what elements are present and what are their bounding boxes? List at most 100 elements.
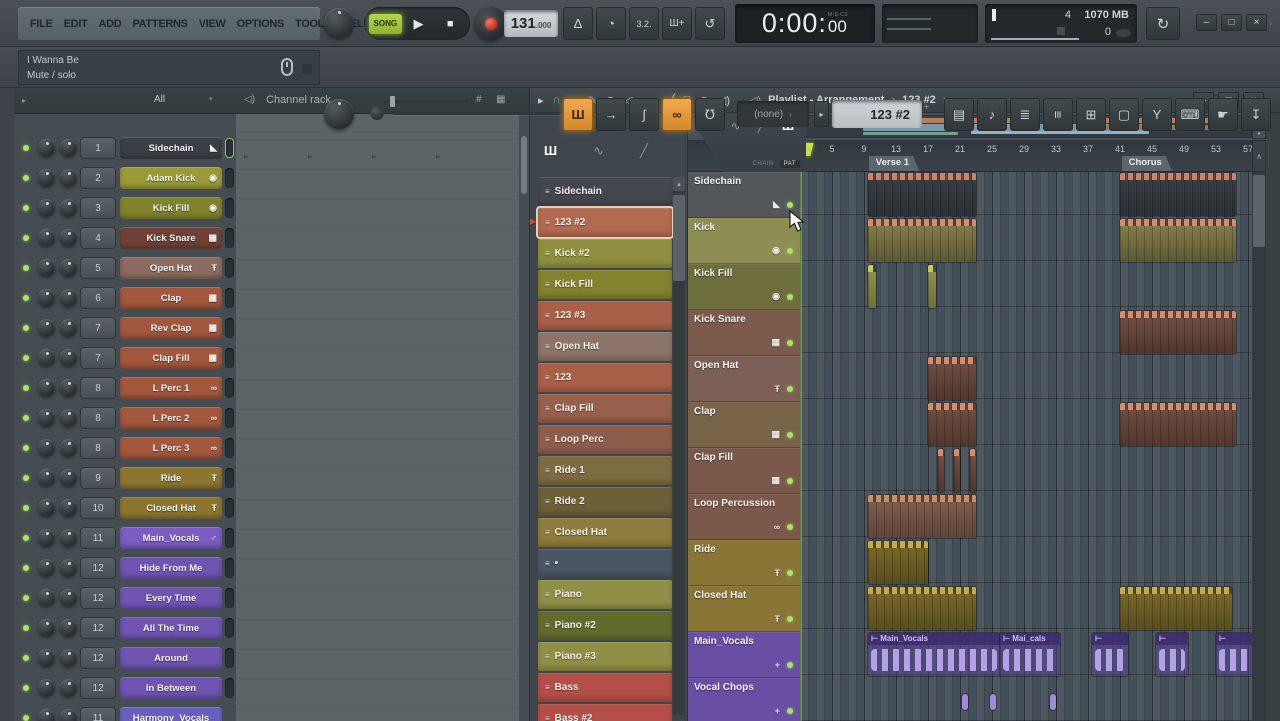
mixer-button[interactable]: ≡ xyxy=(1043,98,1073,131)
rack-menu-arrow[interactable]: ▸ xyxy=(22,96,26,105)
channel-volume-knob[interactable] xyxy=(60,529,77,546)
maximize-button[interactable]: □ xyxy=(1221,14,1242,31)
menu-item[interactable]: OPTIONS xyxy=(237,18,284,30)
track-enable-led[interactable] xyxy=(787,386,793,392)
blend-notes-icon[interactable]: ↺ xyxy=(695,7,725,40)
pattern-clip[interactable] xyxy=(962,694,968,710)
channel-button[interactable]: Kick Fill ◉ xyxy=(120,197,222,219)
typing-keyboard-button[interactable]: ⌨ xyxy=(1175,98,1205,131)
channel-enable-led[interactable] xyxy=(23,325,29,331)
channel-button[interactable]: In Between xyxy=(120,677,222,699)
playlist-scroll-up[interactable]: ∧ xyxy=(1252,140,1266,172)
pattern-item[interactable]: ▶ ≡ Bass #2 xyxy=(538,704,672,721)
channel-enable-led[interactable] xyxy=(23,685,29,691)
channel-mute-indicator[interactable] xyxy=(225,378,234,398)
pitch-slider[interactable] xyxy=(392,112,560,115)
keyboard-editor-icon[interactable]: ▦ xyxy=(496,94,505,105)
pattern-item[interactable]: ▶ ≡ Bass xyxy=(538,673,672,702)
playlist-scrollbar[interactable] xyxy=(1252,172,1266,721)
time-display[interactable]: 0:00: M:S:CS 00 xyxy=(735,4,875,43)
pattern-prev-button[interactable]: ▸ xyxy=(814,101,829,127)
channel-button[interactable]: Closed Hat Ŧ xyxy=(120,497,222,519)
pattern-item[interactable]: ▶ ≡ • xyxy=(538,549,672,578)
channel-button[interactable]: Main_Vocals ♂ xyxy=(120,527,222,549)
channel-enable-led[interactable] xyxy=(23,655,29,661)
track-enable-led[interactable] xyxy=(787,478,793,484)
pattern-clip[interactable] xyxy=(1120,403,1236,446)
channel-enable-led[interactable] xyxy=(23,265,29,271)
channel-button[interactable]: Clap ▦ xyxy=(120,287,222,309)
pattern-clip[interactable] xyxy=(1092,633,1128,676)
song-marker[interactable]: Chorus xyxy=(1122,156,1172,171)
channel-volume-knob[interactable] xyxy=(60,679,77,696)
channel-group-button[interactable]: 6 xyxy=(80,287,116,309)
plugin-picker-button[interactable]: Y xyxy=(1142,98,1172,131)
channel-button[interactable]: Sidechain ◣ xyxy=(120,137,222,159)
channel-volume-knob[interactable] xyxy=(60,199,77,216)
pattern-clip[interactable] xyxy=(868,587,976,630)
pattern-stepper[interactable]: + xyxy=(924,102,929,112)
pattern-clip[interactable] xyxy=(970,449,976,492)
track-header[interactable]: Clap Fill ▦ xyxy=(688,448,800,494)
pattern-item[interactable]: ▶ ≡ Clap Fill xyxy=(538,394,672,423)
pattern-clip[interactable] xyxy=(868,265,876,308)
channel-group-button[interactable]: 2 xyxy=(80,167,116,189)
pattern-item[interactable]: ▶ ≡ Kick Fill xyxy=(538,270,672,299)
channel-mute-indicator[interactable] xyxy=(225,558,234,578)
pattern-clip[interactable] xyxy=(1120,311,1236,354)
channel-enable-led[interactable] xyxy=(23,565,29,571)
pattern-clip[interactable] xyxy=(1156,633,1188,676)
channel-volume-knob[interactable] xyxy=(60,709,77,721)
swing-icon[interactable]: ∫ xyxy=(629,98,659,131)
channel-group-button[interactable]: 7 xyxy=(80,347,116,369)
pattern-item[interactable]: ▶ ≡ 123 #3 xyxy=(538,301,672,330)
channel-enable-led[interactable] xyxy=(23,235,29,241)
pattern-clip[interactable] xyxy=(868,173,976,216)
track-enable-led[interactable] xyxy=(787,432,793,438)
track-enable-led[interactable] xyxy=(787,340,793,346)
pattern-clip[interactable] xyxy=(1050,694,1056,710)
pattern-clip[interactable] xyxy=(928,265,936,308)
track-enable-led[interactable] xyxy=(787,616,793,622)
pattern-item[interactable]: ▶ ≡ Ride 2 xyxy=(538,487,672,516)
channel-pan-knob[interactable] xyxy=(38,529,55,546)
track-header[interactable]: Closed Hat Ŧ xyxy=(688,586,800,632)
touch-button[interactable]: ☛ xyxy=(1208,98,1238,131)
channel-enable-led[interactable] xyxy=(23,295,29,301)
channel-group-button[interactable]: 3 xyxy=(80,197,116,219)
pattern-item[interactable]: ▶ ≡ Ride 1 xyxy=(538,456,672,485)
channel-pan-knob[interactable] xyxy=(38,169,55,186)
song-marker[interactable]: Verse 1 xyxy=(869,156,919,171)
menu-item[interactable]: ADD xyxy=(99,18,122,30)
menu-item[interactable]: EDIT xyxy=(64,18,88,30)
pattern-clip[interactable] xyxy=(1120,587,1232,630)
channel-pan-knob[interactable] xyxy=(38,379,55,396)
channel-enable-led[interactable] xyxy=(23,535,29,541)
pattern-clip[interactable] xyxy=(868,541,928,584)
channel-pan-knob[interactable] xyxy=(38,649,55,666)
channel-volume-knob[interactable] xyxy=(60,409,77,426)
channel-group-button[interactable]: 11 xyxy=(80,707,116,721)
channel-pan-knob[interactable] xyxy=(38,499,55,516)
channel-mute-indicator[interactable] xyxy=(225,228,234,248)
channel-mute-indicator[interactable] xyxy=(225,348,234,368)
channel-pan-knob[interactable] xyxy=(38,289,55,306)
channel-mute-indicator[interactable] xyxy=(225,288,234,308)
rack-zoom-thumb[interactable] xyxy=(390,96,395,107)
channel-group-button[interactable]: 10 xyxy=(80,497,116,519)
playlist-button[interactable]: ▤ xyxy=(944,98,974,131)
pattern-clip[interactable]: Main_Vocals xyxy=(868,633,1000,676)
channel-button[interactable]: Adam Kick ◉ xyxy=(120,167,222,189)
snap-magnet-icon[interactable]: ∩ xyxy=(553,94,561,107)
pattern-item[interactable]: ▶ ≡ 123 #2 xyxy=(538,208,672,237)
refresh-button[interactable]: ↻ xyxy=(1146,7,1180,40)
pitch-slider-thumb[interactable] xyxy=(370,106,384,120)
channel-pan-knob[interactable] xyxy=(38,229,55,246)
channel-pan-knob[interactable] xyxy=(38,469,55,486)
song-mode-switch[interactable]: SONG xyxy=(369,14,402,34)
close-button[interactable]: × xyxy=(1246,14,1267,31)
wait-input-icon[interactable]: ◔ xyxy=(596,7,626,40)
channel-enable-led[interactable] xyxy=(23,505,29,511)
channel-mute-indicator[interactable] xyxy=(225,648,234,668)
loop-record-selector[interactable]: (none)› xyxy=(737,101,809,127)
